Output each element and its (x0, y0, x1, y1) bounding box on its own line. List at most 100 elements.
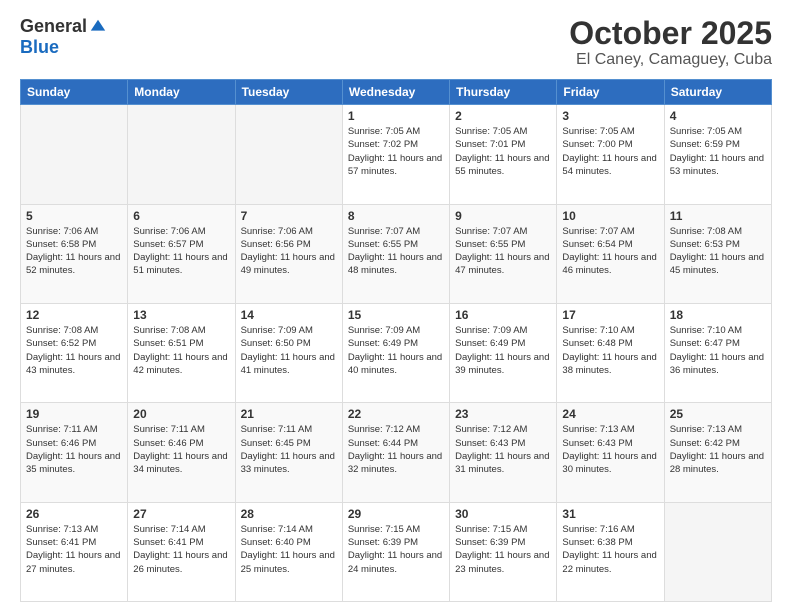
day-info: Sunrise: 7:05 AM Sunset: 7:02 PM Dayligh… (348, 125, 444, 178)
day-info: Sunrise: 7:06 AM Sunset: 6:57 PM Dayligh… (133, 225, 229, 278)
col-header-tuesday: Tuesday (235, 80, 342, 105)
calendar-cell: 9Sunrise: 7:07 AM Sunset: 6:55 PM Daylig… (450, 204, 557, 303)
day-info: Sunrise: 7:12 AM Sunset: 6:44 PM Dayligh… (348, 423, 444, 476)
calendar-cell: 27Sunrise: 7:14 AM Sunset: 6:41 PM Dayli… (128, 502, 235, 601)
col-header-wednesday: Wednesday (342, 80, 449, 105)
day-info: Sunrise: 7:05 AM Sunset: 7:00 PM Dayligh… (562, 125, 658, 178)
day-info: Sunrise: 7:05 AM Sunset: 6:59 PM Dayligh… (670, 125, 766, 178)
day-number: 11 (670, 209, 766, 223)
day-info: Sunrise: 7:09 AM Sunset: 6:50 PM Dayligh… (241, 324, 337, 377)
calendar-cell: 12 Sunrise: 7:08 AM Sunset: 6:52 PM Dayli… (21, 303, 128, 402)
calendar-cell: 29 Sunrise: 7:15 AM Sunset: 6:39 PM Dayli… (342, 502, 449, 601)
day-info: Sunrise: 7:07 AM Sunset: 6:54 PM Dayligh… (562, 225, 658, 278)
calendar-cell: 17 Sunrise: 7:10 AM Sunset: 6:48 PM Dayli… (557, 303, 664, 402)
calendar-cell: 11 Sunrise: 7:08 AM Sunset: 6:53 PM Dayli… (664, 204, 771, 303)
day-info: Sunrise: 7:13 AM Sunset: 6:41 PM Dayligh… (26, 523, 122, 576)
calendar-week-row: 1 Sunrise: 7:05 AM Sunset: 7:02 PM Daylig… (21, 105, 772, 204)
day-info: Sunrise: 7:16 AM Sunset: 6:38 PM Dayligh… (562, 523, 658, 576)
day-info: Sunrise: 7:11 AM Sunset: 6:45 PM Dayligh… (241, 423, 337, 476)
day-info: Sunrise: 7:15 AM Sunset: 6:39 PM Dayligh… (455, 523, 551, 576)
calendar-cell: 21Sunrise: 7:11 AM Sunset: 6:45 PM Dayli… (235, 403, 342, 502)
day-number: 3 (562, 109, 658, 123)
calendar-cell: 28 Sunrise: 7:14 AM Sunset: 6:40 PM Dayli… (235, 502, 342, 601)
col-header-saturday: Saturday (664, 80, 771, 105)
day-info: Sunrise: 7:14 AM Sunset: 6:40 PM Dayligh… (241, 523, 337, 576)
day-number: 30 (455, 507, 551, 521)
calendar-cell (128, 105, 235, 204)
logo-blue-text: Blue (20, 37, 59, 58)
logo-icon (89, 18, 107, 36)
day-number: 15 (348, 308, 444, 322)
day-number: 26 (26, 507, 122, 521)
day-info: Sunrise: 7:13 AM Sunset: 6:42 PM Dayligh… (670, 423, 766, 476)
calendar-cell: 7 Sunrise: 7:06 AM Sunset: 6:56 PM Daylig… (235, 204, 342, 303)
day-number: 25 (670, 407, 766, 421)
day-info: Sunrise: 7:11 AM Sunset: 6:46 PM Dayligh… (26, 423, 122, 476)
calendar-week-row: 12 Sunrise: 7:08 AM Sunset: 6:52 PM Dayli… (21, 303, 772, 402)
calendar-week-row: 19 Sunrise: 7:11 AM Sunset: 6:46 PM Dayli… (21, 403, 772, 502)
day-info: Sunrise: 7:07 AM Sunset: 6:55 PM Dayligh… (348, 225, 444, 278)
day-info: Sunrise: 7:10 AM Sunset: 6:47 PM Dayligh… (670, 324, 766, 377)
calendar-cell: 6 Sunrise: 7:06 AM Sunset: 6:57 PM Daylig… (128, 204, 235, 303)
calendar-cell: 3 Sunrise: 7:05 AM Sunset: 7:00 PM Daylig… (557, 105, 664, 204)
day-number: 16 (455, 308, 551, 322)
calendar-cell: 20 Sunrise: 7:11 AM Sunset: 6:46 PM Dayli… (128, 403, 235, 502)
calendar-cell (21, 105, 128, 204)
calendar-week-row: 26 Sunrise: 7:13 AM Sunset: 6:41 PM Dayli… (21, 502, 772, 601)
calendar-cell: 19 Sunrise: 7:11 AM Sunset: 6:46 PM Dayli… (21, 403, 128, 502)
day-info: Sunrise: 7:09 AM Sunset: 6:49 PM Dayligh… (348, 324, 444, 377)
location-title: El Caney, Camaguey, Cuba (569, 51, 772, 69)
day-number: 12 (26, 308, 122, 322)
day-number: 10 (562, 209, 658, 223)
calendar-cell: 18 Sunrise: 7:10 AM Sunset: 6:47 PM Dayli… (664, 303, 771, 402)
header-right: October 2025 El Caney, Camaguey, Cuba (569, 16, 772, 69)
calendar-cell: 25 Sunrise: 7:13 AM Sunset: 6:42 PM Dayli… (664, 403, 771, 502)
day-number: 8 (348, 209, 444, 223)
calendar-cell: 26 Sunrise: 7:13 AM Sunset: 6:41 PM Dayli… (21, 502, 128, 601)
calendar-cell: 4Sunrise: 7:05 AM Sunset: 6:59 PM Daylig… (664, 105, 771, 204)
day-number: 31 (562, 507, 658, 521)
day-info: Sunrise: 7:09 AM Sunset: 6:49 PM Dayligh… (455, 324, 551, 377)
calendar-cell: 10 Sunrise: 7:07 AM Sunset: 6:54 PM Dayli… (557, 204, 664, 303)
day-info: Sunrise: 7:12 AM Sunset: 6:43 PM Dayligh… (455, 423, 551, 476)
calendar-cell (235, 105, 342, 204)
day-info: Sunrise: 7:06 AM Sunset: 6:56 PM Dayligh… (241, 225, 337, 278)
calendar-cell: 1 Sunrise: 7:05 AM Sunset: 7:02 PM Daylig… (342, 105, 449, 204)
day-info: Sunrise: 7:08 AM Sunset: 6:53 PM Dayligh… (670, 225, 766, 278)
calendar-cell (664, 502, 771, 601)
day-number: 28 (241, 507, 337, 521)
calendar-cell: 5Sunrise: 7:06 AM Sunset: 6:58 PM Daylig… (21, 204, 128, 303)
calendar-cell: 14Sunrise: 7:09 AM Sunset: 6:50 PM Dayli… (235, 303, 342, 402)
col-header-sunday: Sunday (21, 80, 128, 105)
day-info: Sunrise: 7:08 AM Sunset: 6:52 PM Dayligh… (26, 324, 122, 377)
calendar-table: SundayMondayTuesdayWednesdayThursdayFrid… (20, 79, 772, 602)
day-number: 1 (348, 109, 444, 123)
day-number: 24 (562, 407, 658, 421)
day-number: 7 (241, 209, 337, 223)
calendar-cell: 8 Sunrise: 7:07 AM Sunset: 6:55 PM Daylig… (342, 204, 449, 303)
day-number: 2 (455, 109, 551, 123)
calendar-week-row: 5Sunrise: 7:06 AM Sunset: 6:58 PM Daylig… (21, 204, 772, 303)
day-info: Sunrise: 7:15 AM Sunset: 6:39 PM Dayligh… (348, 523, 444, 576)
calendar-cell: 16 Sunrise: 7:09 AM Sunset: 6:49 PM Dayli… (450, 303, 557, 402)
day-info: Sunrise: 7:11 AM Sunset: 6:46 PM Dayligh… (133, 423, 229, 476)
day-number: 5 (26, 209, 122, 223)
calendar-cell: 24 Sunrise: 7:13 AM Sunset: 6:43 PM Dayli… (557, 403, 664, 502)
day-number: 20 (133, 407, 229, 421)
day-info: Sunrise: 7:10 AM Sunset: 6:48 PM Dayligh… (562, 324, 658, 377)
header: General Blue October 2025 El Caney, Cama… (20, 16, 772, 69)
day-number: 29 (348, 507, 444, 521)
day-number: 27 (133, 507, 229, 521)
day-number: 17 (562, 308, 658, 322)
col-header-thursday: Thursday (450, 80, 557, 105)
col-header-friday: Friday (557, 80, 664, 105)
calendar-cell: 13Sunrise: 7:08 AM Sunset: 6:51 PM Dayli… (128, 303, 235, 402)
calendar-cell: 15 Sunrise: 7:09 AM Sunset: 6:49 PM Dayli… (342, 303, 449, 402)
day-number: 19 (26, 407, 122, 421)
day-number: 6 (133, 209, 229, 223)
col-header-monday: Monday (128, 80, 235, 105)
calendar-cell: 2Sunrise: 7:05 AM Sunset: 7:01 PM Daylig… (450, 105, 557, 204)
day-info: Sunrise: 7:07 AM Sunset: 6:55 PM Dayligh… (455, 225, 551, 278)
day-number: 18 (670, 308, 766, 322)
day-info: Sunrise: 7:13 AM Sunset: 6:43 PM Dayligh… (562, 423, 658, 476)
